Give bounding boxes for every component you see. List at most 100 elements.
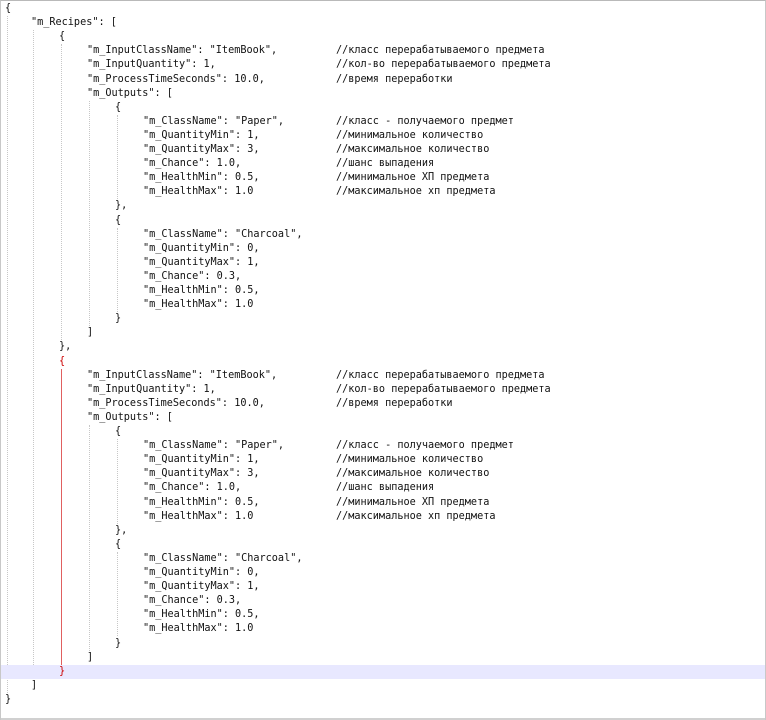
code-text: }, bbox=[59, 341, 72, 353]
code-line[interactable]: "m_QuantityMax": 1, bbox=[1, 580, 765, 594]
code-line[interactable]: "m_ProcessTimeSeconds": 10.0, //время пер… bbox=[1, 73, 765, 87]
code-comment: //минимальное ХП предмета bbox=[336, 496, 490, 508]
code-line[interactable]: "m_ProcessTimeSeconds": 10.0, //время пер… bbox=[1, 397, 765, 411]
code-text: "m_QuantityMin": 0, bbox=[143, 567, 260, 578]
code-line[interactable]: "m_Outputs": [ bbox=[1, 87, 765, 101]
code-text: "m_ProcessTimeSeconds": 10.0, bbox=[87, 397, 265, 409]
code-line[interactable]: "m_Outputs": [ bbox=[1, 411, 765, 425]
code-text: "m_Chance": 0.3, bbox=[143, 595, 242, 607]
code-line[interactable]: } bbox=[1, 312, 765, 326]
code-comment: //класс - получаемого предмет bbox=[336, 115, 514, 127]
code-comment: //шанс выпадения bbox=[336, 158, 435, 170]
code-text: "m_Chance": 1.0, bbox=[143, 158, 242, 170]
code-line[interactable]: { bbox=[1, 101, 765, 115]
code-comment: //шанс выпадения bbox=[336, 482, 435, 494]
code-line[interactable]: { bbox=[1, 2, 765, 16]
code-line[interactable]: "m_InputClassName": "ItemBook", //класс п… bbox=[1, 369, 765, 383]
code-line[interactable]: { bbox=[1, 355, 765, 369]
code-line[interactable]: "m_QuantityMax": 3, //максимальное количе… bbox=[1, 467, 765, 481]
code-text: { bbox=[115, 538, 122, 550]
code-line[interactable]: { bbox=[1, 30, 765, 44]
code-line[interactable]: "m_QuantityMax": 3, //максимальное количе… bbox=[1, 143, 765, 157]
current-line[interactable]: } bbox=[1, 664, 765, 679]
code-comment: //кол-во перерабатываемого предмета bbox=[336, 383, 551, 395]
code-text: { bbox=[115, 101, 122, 113]
code-text: "m_ProcessTimeSeconds": 10.0, bbox=[87, 73, 265, 85]
code-text: "m_HealthMax": 1.0 bbox=[143, 299, 254, 311]
code-comment: //минимальное количество bbox=[336, 454, 484, 466]
code-text: { bbox=[115, 426, 122, 437]
code-text: } bbox=[115, 313, 122, 325]
code-line[interactable]: }, bbox=[1, 199, 765, 213]
code-line[interactable]: "m_HealthMax": 1.0 //максимальное хп пред… bbox=[1, 510, 765, 524]
code-text: "m_ClassName": "Charcoal", bbox=[143, 552, 303, 564]
code-line[interactable]: "m_QuantityMin": 1, //минимальное количес… bbox=[1, 453, 765, 467]
code-line[interactable]: "m_Chance": 1.0, //шанс выпадения bbox=[1, 481, 765, 495]
code-text: "m_QuantityMax": 1, bbox=[143, 256, 260, 268]
code-line[interactable]: "m_ClassName": "Charcoal", bbox=[1, 228, 765, 242]
code-text: "m_QuantityMax": 3, bbox=[143, 144, 260, 155]
code-line[interactable]: "m_Chance": 1.0, //шанс выпадения bbox=[1, 157, 765, 171]
code-line[interactable]: "m_InputClassName": "ItemBook", //класс п… bbox=[1, 44, 765, 58]
code-text: "m_HealthMax": 1.0 bbox=[143, 623, 254, 635]
code-line[interactable]: }, bbox=[1, 524, 765, 538]
code-text: "m_HealthMin": 0.5, bbox=[143, 496, 260, 508]
code-line[interactable]: "m_HealthMin": 0.5, bbox=[1, 284, 765, 298]
code-line[interactable]: "m_InputQuantity": 1, //кол-во перерабаты… bbox=[1, 383, 765, 397]
code-line[interactable]: "m_HealthMax": 1.0 bbox=[1, 622, 765, 636]
code-text: "m_QuantityMax": 3, bbox=[143, 468, 260, 480]
code-line[interactable]: ] bbox=[1, 651, 765, 665]
code-line[interactable]: } bbox=[1, 693, 765, 707]
code-line[interactable]: "m_QuantityMin": 0, bbox=[1, 566, 765, 580]
code-line[interactable]: "m_QuantityMin": 1, //минимальное количес… bbox=[1, 129, 765, 143]
code-line[interactable]: "m_ClassName": "Paper", //класс - получае… bbox=[1, 115, 765, 129]
code-text: "m_InputQuantity": 1, bbox=[87, 383, 216, 395]
code-line[interactable]: "m_ClassName": "Charcoal", bbox=[1, 552, 765, 566]
code-text: "m_ClassName": "Paper", bbox=[143, 115, 285, 127]
code-line[interactable]: "m_HealthMax": 1.0 bbox=[1, 298, 765, 312]
code-line[interactable]: "m_HealthMin": 0.5, //минимальное ХП пред… bbox=[1, 171, 765, 185]
code-text: "m_InputClassName": "ItemBook", bbox=[87, 369, 278, 381]
code-line[interactable]: ] bbox=[1, 679, 765, 693]
matched-brace: { bbox=[59, 355, 66, 367]
code-line[interactable]: ] bbox=[1, 326, 765, 340]
code-text: "m_Outputs": [ bbox=[87, 87, 173, 99]
code-text: "m_Outputs": [ bbox=[87, 411, 173, 423]
code-text: "m_Chance": 1.0, bbox=[143, 482, 242, 494]
code-text: "m_HealthMin": 0.5, bbox=[143, 285, 260, 296]
code-line[interactable]: { bbox=[1, 538, 765, 552]
code-text: "m_QuantityMax": 1, bbox=[143, 581, 260, 593]
code-line[interactable]: "m_HealthMin": 0.5, //минимальное ХП пред… bbox=[1, 496, 765, 510]
code-text: "m_HealthMin": 0.5, bbox=[143, 172, 260, 184]
code-comment: //максимальное количество bbox=[336, 468, 490, 480]
code-text: ] bbox=[31, 679, 38, 691]
code-line[interactable]: { bbox=[1, 214, 765, 228]
code-text: }, bbox=[115, 524, 128, 536]
code-comment: //время переработки bbox=[336, 397, 453, 409]
code-line[interactable]: "m_QuantityMin": 0, bbox=[1, 242, 765, 256]
code-text: "m_Chance": 0.3, bbox=[143, 270, 242, 282]
code-text: } bbox=[115, 637, 122, 649]
code-line[interactable]: "m_HealthMax": 1.0 //максимальное хп пред… bbox=[1, 185, 765, 199]
code-line[interactable]: "m_QuantityMax": 1, bbox=[1, 256, 765, 270]
code-comment: //максимальное хп предмета bbox=[336, 510, 496, 522]
code-text: "m_ClassName": "Charcoal", bbox=[143, 228, 303, 240]
code-editor[interactable]: {"m_Recipes": [{"m_InputClassName": "Ite… bbox=[0, 0, 766, 720]
code-comment: //минимальное количество bbox=[336, 129, 484, 141]
code-text: { bbox=[115, 214, 122, 226]
code-line[interactable]: } bbox=[1, 637, 765, 651]
code-text: "m_InputClassName": "ItemBook", bbox=[87, 45, 278, 57]
code-line[interactable]: "m_InputQuantity": 1, //кол-во перерабаты… bbox=[1, 58, 765, 72]
code-line[interactable]: "m_Recipes": [ bbox=[1, 16, 765, 30]
code-line[interactable]: "m_Chance": 0.3, bbox=[1, 270, 765, 284]
code-comment: //класс перерабатываемого предмета bbox=[336, 369, 545, 381]
code-comment: //класс перерабатываемого предмета bbox=[336, 45, 545, 57]
code-text: "m_InputQuantity": 1, bbox=[87, 59, 216, 71]
code-line[interactable]: { bbox=[1, 425, 765, 439]
code-line[interactable]: }, bbox=[1, 340, 765, 354]
code-text: "m_ClassName": "Paper", bbox=[143, 440, 285, 452]
code-line[interactable]: "m_HealthMin": 0.5, bbox=[1, 608, 765, 622]
code-text: { bbox=[59, 31, 66, 43]
code-line[interactable]: "m_Chance": 0.3, bbox=[1, 594, 765, 608]
code-line[interactable]: "m_ClassName": "Paper", //класс - получае… bbox=[1, 439, 765, 453]
